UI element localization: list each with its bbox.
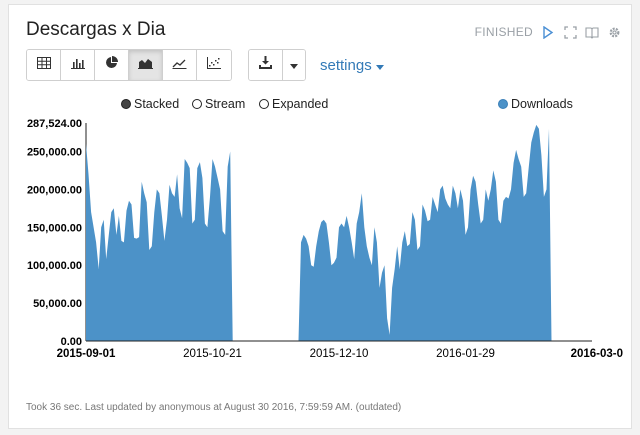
pie-chart-icon <box>105 56 118 74</box>
downloads-area <box>86 124 552 342</box>
chart-legend: Stacked Stream Expanded Downloads <box>9 97 631 113</box>
y-tick-label: 0.00 <box>61 336 82 348</box>
paragraph-footer: Took 36 sec. Last updated by anonymous a… <box>26 402 402 413</box>
line-chart-icon <box>172 56 187 74</box>
bar-chart-button[interactable] <box>61 50 95 80</box>
mode-label: Stream <box>205 97 246 111</box>
paragraph-title: Descargas x Dia <box>26 19 166 40</box>
mode-label: Expanded <box>272 97 329 111</box>
radio-icon <box>192 99 202 109</box>
book-icon[interactable] <box>585 25 599 39</box>
series-color-icon <box>498 99 508 109</box>
radio-selected-icon <box>121 99 131 109</box>
download-icon <box>259 56 272 74</box>
visualization-toolbar: settings <box>26 49 384 81</box>
line-chart-button[interactable] <box>163 50 197 80</box>
area-chart-button[interactable] <box>129 50 163 80</box>
table-icon <box>36 56 51 74</box>
table-view-button[interactable] <box>27 50 61 80</box>
x-tick-label: 2016-01-29 <box>436 348 495 360</box>
y-tick-label: 287,524.00 <box>27 118 82 130</box>
paragraph-status-bar: FINISHED <box>475 25 621 39</box>
download-group <box>248 49 306 81</box>
x-tick-label: 2015-12-10 <box>310 348 369 360</box>
x-tick-label: 2015-10-21 <box>183 348 242 360</box>
download-dropdown-toggle[interactable] <box>283 50 305 80</box>
mode-label: Stacked <box>134 97 180 111</box>
gear-icon[interactable] <box>607 25 621 39</box>
y-tick-label: 150,000.00 <box>27 222 82 234</box>
y-tick-label: 200,000.00 <box>27 184 82 196</box>
y-tick-label: 100,000.00 <box>27 260 82 272</box>
caret-down-icon <box>375 57 384 74</box>
area-chart: 287,524.00 250,000.00 200,000.00 150,000.00… <box>27 118 623 360</box>
area-chart-icon <box>138 56 153 74</box>
mode-expanded[interactable]: Expanded <box>259 97 328 111</box>
status-text: FINISHED <box>474 25 533 39</box>
paragraph-card: Descargas x Dia FINISHED settings Stacke… <box>8 4 632 429</box>
pie-chart-button[interactable] <box>95 50 129 80</box>
bar-chart-icon <box>70 56 85 74</box>
expand-icon[interactable] <box>563 25 577 39</box>
mode-stream[interactable]: Stream <box>192 97 245 111</box>
scatter-chart-button[interactable] <box>197 50 231 80</box>
x-tick-label: 2016-03-0 <box>571 348 623 360</box>
radio-icon <box>259 99 269 109</box>
download-button[interactable] <box>249 50 283 80</box>
y-tick-label: 250,000.00 <box>27 146 82 158</box>
run-icon[interactable] <box>541 25 555 39</box>
chart-type-group <box>26 49 232 81</box>
caret-down-icon <box>290 56 298 74</box>
series-legend-downloads[interactable]: Downloads <box>498 97 573 111</box>
y-tick-label: 50,000.00 <box>33 298 82 310</box>
x-tick-label: 2015-09-01 <box>57 348 116 360</box>
mode-stacked[interactable]: Stacked <box>121 97 179 111</box>
settings-dropdown[interactable]: settings <box>320 57 384 74</box>
settings-label: settings <box>320 56 372 74</box>
series-label: Downloads <box>511 97 573 111</box>
scatter-chart-icon <box>207 56 221 74</box>
